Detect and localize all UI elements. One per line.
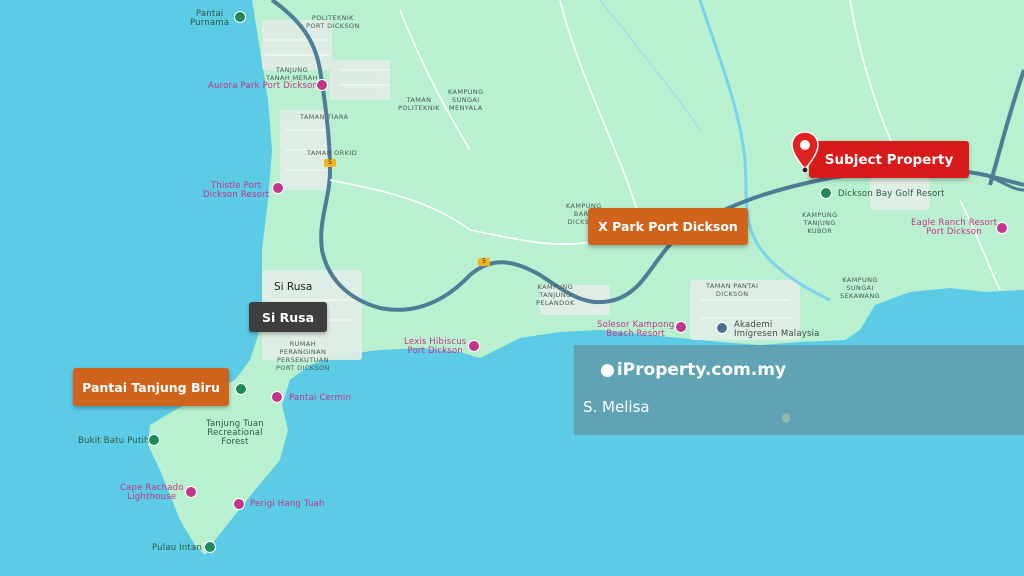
area-label-taman-tiara: TAMAN TIARA [300,113,349,121]
attraction-icon[interactable] [316,79,328,91]
area-label-rumah-peranginan: RUMAH PERANGINAN PERSEKUTUAN PORT DICKSO… [276,340,330,372]
poi-label-perigi: Perigi Hang Tuah [250,499,325,509]
poi-label-solesor: Solesor Kampong Beach Resort [597,320,675,339]
route-5-badge: 5 [324,159,336,167]
watermark-credit: S. Melisa [583,398,650,416]
poi-label-tanjung-tuan: Tanjung Tuan Recreational Forest [206,419,264,447]
park-icon[interactable] [204,541,216,553]
area-label-kampung-tanjung-kubor: KAMPUNG TANJUNG KUBOR [802,211,838,235]
attraction-icon[interactable] [271,391,283,403]
school-icon[interactable] [716,322,728,334]
callout-x-park[interactable]: X Park Port Dickson [588,208,748,245]
poi-label-lexis: Lexis Hibiscus Port Dickson [404,337,467,356]
watermark-logo: ● iProperty.com.my [600,360,787,380]
hotel-icon[interactable] [675,321,687,333]
poi-label-bukit-batu-putih: Bukit Batu Putih [78,436,150,446]
poi-label-pantai-purnama: Pantai Purnama [190,9,230,28]
area-label-taman-pantai-dickson: TAMAN PANTAI DICKSON [706,282,759,298]
area-label-tanjung-tanah-merah: TANJUNG TANAH MERAH [266,66,318,82]
poi-label-akademi: Akademi Imigresen Malaysia [734,320,820,339]
area-label-kampung-sungai-sekawang: KAMPUNG SUNGAI SEKAWANG [840,276,881,300]
golf-icon[interactable] [820,187,832,199]
park-icon[interactable] [234,11,246,23]
poi-label-cape-rachado: Cape Rachado Lighthouse [120,483,184,502]
callout-pantai-tanjung-biru[interactable]: Pantai Tanjung Biru [73,368,229,406]
callout-si-rusa[interactable]: Si Rusa [249,302,327,332]
lighthouse-icon[interactable] [185,486,197,498]
area-label-kampung-sungai-menyala: KAMPUNG SUNGAI MENYALA [448,88,484,112]
poi-label-thistle: Thistle Port Dickson Resort [203,181,270,200]
area-label-taman-politeknik: TAMAN POLITEKNIK [398,96,440,112]
poi-label-aurora: Aurora Park Port Dickson [208,81,319,91]
route-5-badge: 5 [478,258,490,266]
area-label-politeknik: POLITEKNIK PORT DICKSON [306,14,360,30]
area-label-taman-orkid: TAMAN ORKID [307,149,358,157]
poi-label-pulau-intan: Pulau Intan [152,543,203,553]
poi-label-dickson-bay: Dickson Bay Golf Resort [838,189,945,199]
poi-label-si-rusa: Si Rusa [274,281,313,293]
map-pin-icon: ● [600,360,615,380]
area-label-kampung-tanjung-pelandok: KAMPUNG TANJUNG PELANDOK [536,283,575,307]
park-icon[interactable] [235,383,247,395]
hotel-icon[interactable] [272,182,284,194]
park-icon[interactable] [148,434,160,446]
poi-label-eagle-ranch: Eagle Ranch Resort Port Dickson [911,218,998,237]
attraction-icon[interactable] [233,498,245,510]
poi-label-pantai-cermin: Pantai Cermin [289,393,352,403]
location-pin-icon[interactable] [790,131,820,173]
callout-subject-property[interactable]: Subject Property [809,141,969,178]
hotel-icon[interactable] [468,340,480,352]
watermark-panel [574,345,1024,435]
hotel-icon[interactable] [996,222,1008,234]
